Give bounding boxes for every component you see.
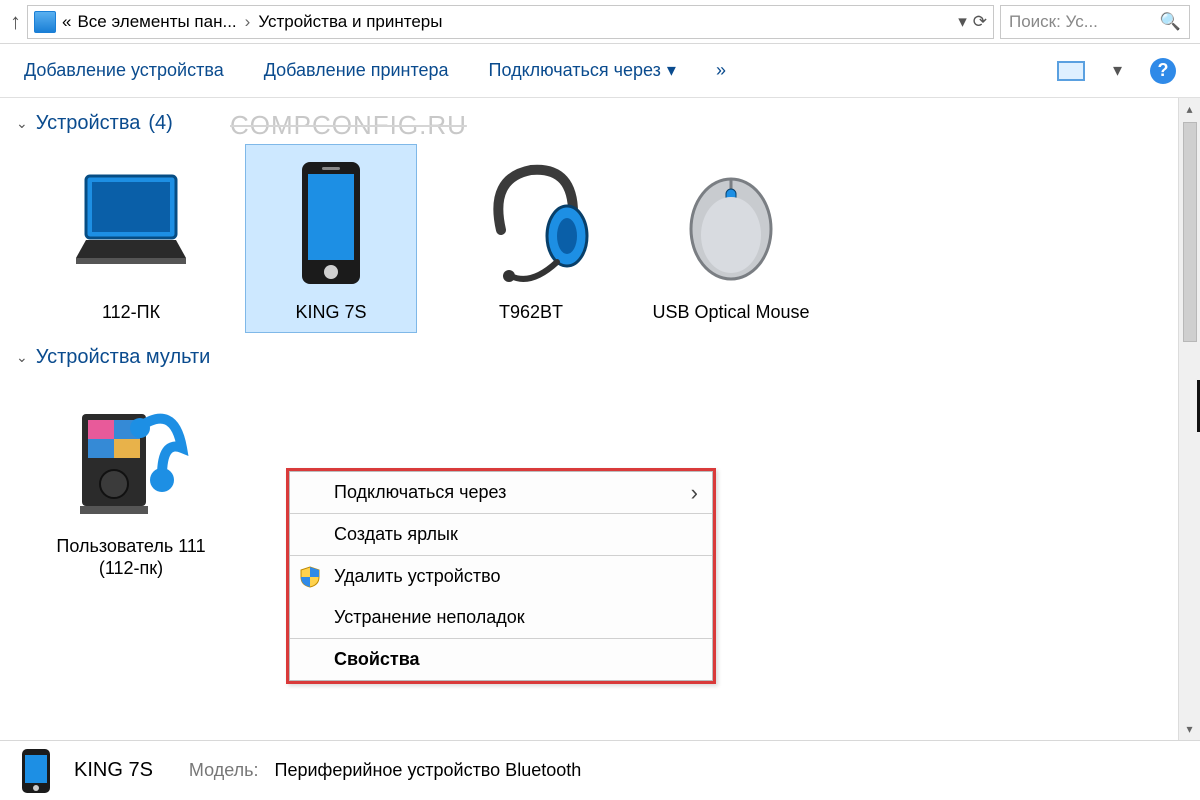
- refresh-icon[interactable]: ⟳: [973, 12, 987, 32]
- chevron-down-icon[interactable]: ▾: [1113, 60, 1122, 81]
- device-label: 112-ПК: [102, 301, 160, 324]
- toolbar-overflow-button[interactable]: »: [716, 60, 726, 81]
- command-toolbar: Добавление устройства Добавление принтер…: [0, 44, 1200, 98]
- group-header-devices[interactable]: ⌄ Устройства (4): [12, 106, 1196, 145]
- group-devices-count: (4): [148, 112, 172, 135]
- address-bar: ↑ « Все элементы пан... › Устройства и п…: [0, 0, 1200, 44]
- chevron-down-icon: ▾: [667, 60, 676, 81]
- selected-device-name: KING 7S: [74, 759, 153, 782]
- add-printer-label: Добавление принтера: [264, 60, 449, 81]
- control-panel-icon: [34, 11, 56, 33]
- search-icon: 🔍: [1160, 12, 1181, 32]
- scroll-down-icon[interactable]: ▾: [1179, 718, 1200, 740]
- uac-shield-icon: [300, 566, 320, 588]
- device-label: T962BT: [499, 301, 563, 324]
- device-label: USB Optical Mouse: [652, 301, 809, 324]
- breadcrumb-part-1[interactable]: Все элементы пан...: [77, 12, 236, 32]
- selected-device-thumb: [14, 747, 58, 795]
- model-label: Модель:: [189, 760, 259, 781]
- group-devices-label: Устройства: [36, 112, 141, 135]
- device-item-headset[interactable]: T962BT: [446, 145, 616, 332]
- chevron-down-icon: ⌄: [16, 115, 28, 132]
- laptop-icon: [61, 153, 201, 293]
- breadcrumb-sep: ›: [245, 12, 251, 32]
- phone-icon: [261, 153, 401, 293]
- connect-via-label: Подключаться через: [489, 60, 661, 81]
- device-label: Пользователь 111 (112-пк): [50, 535, 212, 580]
- nav-up-icon[interactable]: ↑: [10, 9, 21, 35]
- menu-item-label: Подключаться через: [334, 482, 506, 503]
- group-devices-count-value: 4: [155, 112, 166, 134]
- bluetooth-headset-icon: [461, 153, 601, 293]
- model-value: Периферийное устройство Bluetooth: [275, 760, 582, 781]
- search-input[interactable]: Поиск: Ус... 🔍: [1000, 5, 1190, 39]
- add-device-button[interactable]: Добавление устройства: [24, 60, 224, 81]
- chevron-down-icon: ▾: [958, 12, 967, 32]
- device-item-laptop[interactable]: 112-ПК: [46, 145, 216, 332]
- group-header-multimedia[interactable]: ⌄ Устройства мульти: [12, 340, 1196, 379]
- help-icon[interactable]: ?: [1150, 58, 1176, 84]
- menu-item-properties[interactable]: Свойства: [290, 639, 712, 680]
- search-placeholder: Поиск: Ус...: [1009, 12, 1098, 32]
- context-menu: Подключаться через Создать ярлык Удалить…: [286, 468, 716, 684]
- breadcrumb-part-2[interactable]: Устройства и принтеры: [258, 12, 442, 32]
- media-device-icon: [61, 387, 201, 527]
- breadcrumb-prefix: «: [62, 12, 71, 32]
- menu-item-label: Удалить устройство: [334, 566, 500, 587]
- device-item-phone[interactable]: KING 7S: [246, 145, 416, 332]
- menu-item-connect-via[interactable]: Подключаться через: [290, 472, 712, 513]
- group-multimedia-label: Устройства мульти: [36, 346, 211, 369]
- add-device-label: Добавление устройства: [24, 60, 224, 81]
- breadcrumb[interactable]: « Все элементы пан... › Устройства и при…: [27, 5, 994, 39]
- device-label: KING 7S: [295, 301, 366, 324]
- device-item-media-user[interactable]: Пользователь 111 (112-пк): [46, 379, 216, 588]
- breadcrumb-dropdown[interactable]: ▾ ⟳: [958, 12, 987, 32]
- menu-item-label: Устранение неполадок: [334, 607, 525, 628]
- menu-item-label: Свойства: [334, 649, 420, 670]
- chevron-down-icon: ⌄: [16, 349, 28, 366]
- overflow-glyph: »: [716, 60, 726, 81]
- add-printer-button[interactable]: Добавление принтера: [264, 60, 449, 81]
- menu-item-troubleshoot[interactable]: Устранение неполадок: [290, 597, 712, 638]
- menu-item-remove-device[interactable]: Удалить устройство: [290, 556, 712, 597]
- watermark-text: COMPCONFIG.RU: [230, 110, 467, 141]
- devices-list: 112-ПК KING 7S: [12, 145, 1196, 332]
- device-panel: COMPCONFIG.RU ⌄ Устройства (4) 112-ПК: [0, 98, 1200, 740]
- details-pane: KING 7S Модель: Периферийное устройство …: [0, 740, 1200, 800]
- menu-item-create-shortcut[interactable]: Создать ярлык: [290, 514, 712, 555]
- connect-via-button[interactable]: Подключаться через ▾: [489, 60, 676, 81]
- menu-item-label: Создать ярлык: [334, 524, 458, 545]
- scroll-up-icon[interactable]: ▴: [1179, 98, 1200, 120]
- device-item-mouse[interactable]: USB Optical Mouse: [646, 145, 816, 332]
- preview-pane-toggle[interactable]: [1057, 61, 1085, 81]
- scrollbar-thumb[interactable]: [1183, 122, 1197, 342]
- nav-arrows: ↑: [10, 9, 21, 35]
- mouse-icon: [661, 153, 801, 293]
